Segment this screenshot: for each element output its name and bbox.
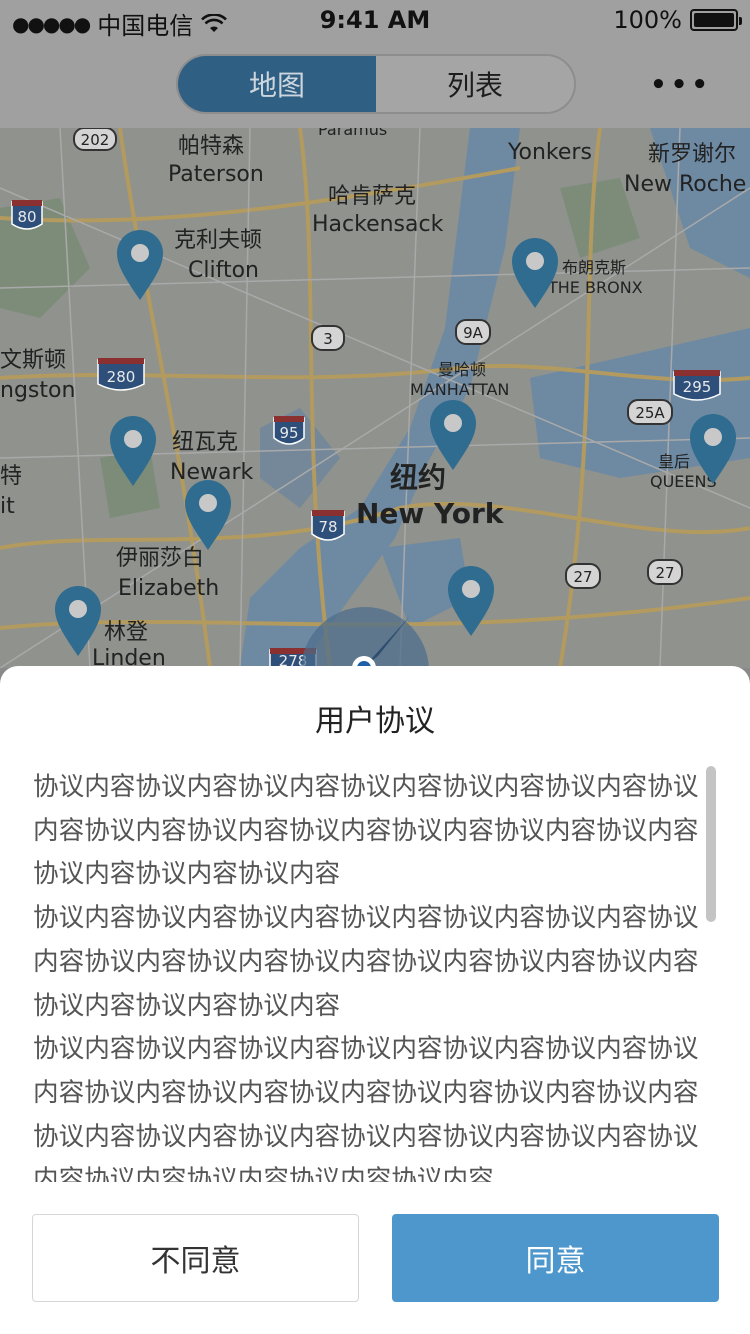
status-right: 100% bbox=[613, 6, 742, 34]
road-shield-9a: 9A bbox=[455, 319, 491, 345]
location-pin-icon[interactable] bbox=[446, 564, 496, 638]
svg-text:27: 27 bbox=[655, 564, 674, 582]
road-shield-280: 280 bbox=[97, 358, 145, 391]
svg-text:25A: 25A bbox=[635, 404, 665, 422]
svg-text:9A: 9A bbox=[463, 324, 484, 342]
road-shield-295: 295 bbox=[673, 370, 721, 401]
location-pin-icon[interactable] bbox=[108, 414, 158, 488]
svg-text:95: 95 bbox=[279, 424, 298, 442]
more-options-icon[interactable]: ••• bbox=[650, 70, 712, 100]
disagree-button[interactable]: 不同意 bbox=[32, 1214, 359, 1302]
location-pin-icon[interactable] bbox=[53, 584, 103, 658]
location-pin-icon[interactable] bbox=[183, 478, 233, 552]
agree-button[interactable]: 同意 bbox=[392, 1214, 719, 1302]
svg-text:202: 202 bbox=[81, 131, 110, 149]
nav-bar: 地图 列表 ••• bbox=[0, 40, 750, 128]
agreement-content[interactable]: 协议内容协议内容协议内容协议内容协议内容协议内容协议内容协议内容协议内容协议内容… bbox=[33, 766, 713, 1182]
road-shield-27-east: 27 bbox=[647, 559, 683, 585]
road-shield-25a: 25A bbox=[627, 399, 673, 425]
battery-icon bbox=[690, 9, 742, 31]
road-shield-95: 95 bbox=[273, 416, 305, 445]
user-agreement-dialog: 用户协议 协议内容协议内容协议内容协议内容协议内容协议内容协议内容协议内容协议内… bbox=[0, 666, 750, 1334]
svg-text:80: 80 bbox=[17, 208, 36, 226]
current-location-icon bbox=[301, 607, 429, 668]
road-shield-78: 78 bbox=[311, 510, 345, 541]
content-scrollbar[interactable] bbox=[706, 766, 716, 922]
status-bar: ●●●●● 中国电信 9:41 AM 100% bbox=[0, 0, 750, 40]
road-shield-80: 80 bbox=[11, 200, 43, 230]
agreement-paragraph: 协议内容协议内容协议内容协议内容协议内容协议内容协议内容协议内容协议内容协议内容… bbox=[33, 903, 699, 1021]
svg-text:78: 78 bbox=[318, 518, 337, 536]
tab-map[interactable]: 地图 bbox=[178, 56, 376, 112]
svg-text:27: 27 bbox=[573, 568, 592, 586]
road-shield-3: 3 bbox=[311, 325, 345, 351]
location-pin-icon[interactable] bbox=[688, 412, 738, 486]
map-view[interactable]: Paramus 帕特森 Paterson 哈肯萨克 Hackensack 克利夫… bbox=[0, 128, 750, 668]
location-pin-icon[interactable] bbox=[115, 228, 165, 302]
tab-list[interactable]: 列表 bbox=[376, 56, 574, 112]
svg-text:280: 280 bbox=[107, 368, 136, 386]
battery-percent: 100% bbox=[613, 6, 682, 34]
agreement-paragraph: 协议内容协议内容协议内容协议内容协议内容协议内容协议内容协议内容协议内容协议内容… bbox=[33, 1034, 699, 1182]
road-shield-27-west: 27 bbox=[565, 563, 601, 589]
location-pin-icon[interactable] bbox=[428, 398, 478, 472]
road-shields: 202 80 3 9A 280 95 295 25A 78 27 27 278 bbox=[11, 128, 721, 668]
dialog-title: 用户协议 bbox=[315, 704, 435, 739]
location-pin-icon[interactable] bbox=[510, 236, 560, 310]
svg-text:295: 295 bbox=[683, 378, 712, 396]
view-segmented-control: 地图 列表 bbox=[176, 54, 576, 114]
svg-text:3: 3 bbox=[323, 330, 333, 348]
agreement-paragraph: 协议内容协议内容协议内容协议内容协议内容协议内容协议内容协议内容协议内容协议内容… bbox=[33, 772, 699, 890]
road-shield-202: 202 bbox=[73, 128, 117, 151]
